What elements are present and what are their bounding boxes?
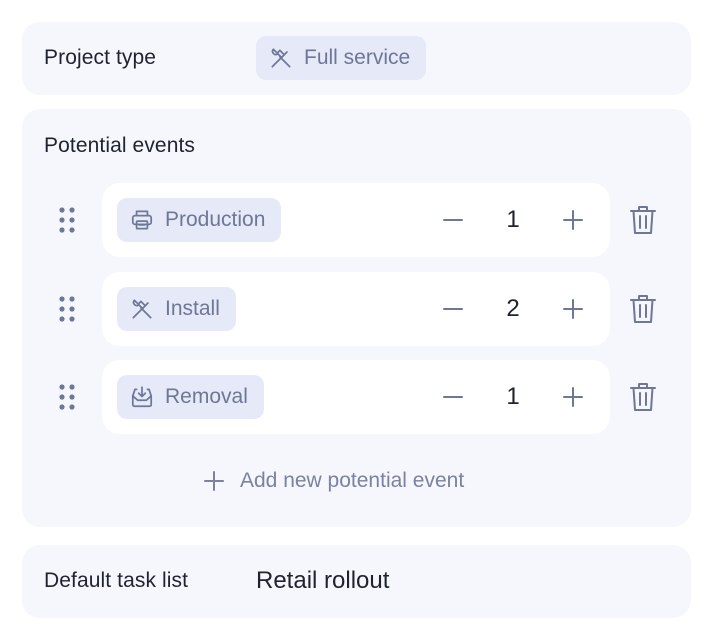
add-potential-event-label: Add new potential event	[240, 469, 465, 492]
plus-icon	[204, 471, 224, 491]
increment-button[interactable]	[555, 291, 591, 327]
drag-handle-icon[interactable]	[57, 294, 77, 324]
drag-handle-icon[interactable]	[57, 205, 77, 235]
tray-download-icon	[131, 386, 153, 408]
quantity-value[interactable]: 2	[488, 291, 538, 327]
quantity-value[interactable]: 1	[488, 379, 538, 415]
add-potential-event-button[interactable]: Add new potential event	[202, 466, 464, 496]
hammer-wrench-icon	[271, 48, 291, 68]
trash-icon[interactable]	[628, 381, 658, 413]
event-chip[interactable]: Removal	[117, 375, 264, 419]
decrement-button[interactable]	[435, 202, 471, 238]
project-type-value: Full service	[304, 46, 411, 69]
potential-events-card: Potential events Production 1 Install 2 …	[22, 109, 691, 527]
default-task-list-label: Default task list	[44, 569, 189, 592]
drag-handle-icon[interactable]	[57, 382, 77, 412]
trash-icon[interactable]	[628, 293, 658, 325]
event-row: Install 2	[102, 272, 610, 346]
trash-icon[interactable]	[628, 204, 658, 236]
minus-icon	[443, 308, 463, 310]
event-label: Production	[165, 208, 266, 231]
event-row: Removal 1	[102, 360, 610, 434]
plus-icon	[563, 387, 583, 407]
project-type-label: Project type	[44, 46, 157, 69]
printer-icon	[131, 210, 153, 230]
default-task-list-value[interactable]: Retail rollout	[256, 567, 389, 595]
plus-icon	[563, 210, 583, 230]
decrement-button[interactable]	[435, 379, 471, 415]
minus-icon	[443, 396, 463, 398]
plus-icon	[563, 299, 583, 319]
project-type-card: Project type Full service	[22, 22, 691, 95]
decrement-button[interactable]	[435, 291, 471, 327]
event-label: Removal	[165, 385, 248, 408]
increment-button[interactable]	[555, 202, 591, 238]
minus-icon	[443, 219, 463, 221]
potential-events-title: Potential events	[44, 134, 196, 157]
increment-button[interactable]	[555, 379, 591, 415]
hammer-wrench-icon	[132, 299, 152, 319]
event-row: Production 1	[102, 183, 610, 257]
default-task-list-card: Default task list Retail rollout	[22, 545, 691, 618]
event-chip[interactable]: Install	[117, 287, 236, 331]
project-type-chip[interactable]: Full service	[256, 36, 427, 80]
quantity-value[interactable]: 1	[488, 202, 538, 238]
event-label: Install	[165, 297, 220, 320]
event-chip[interactable]: Production	[117, 198, 282, 242]
